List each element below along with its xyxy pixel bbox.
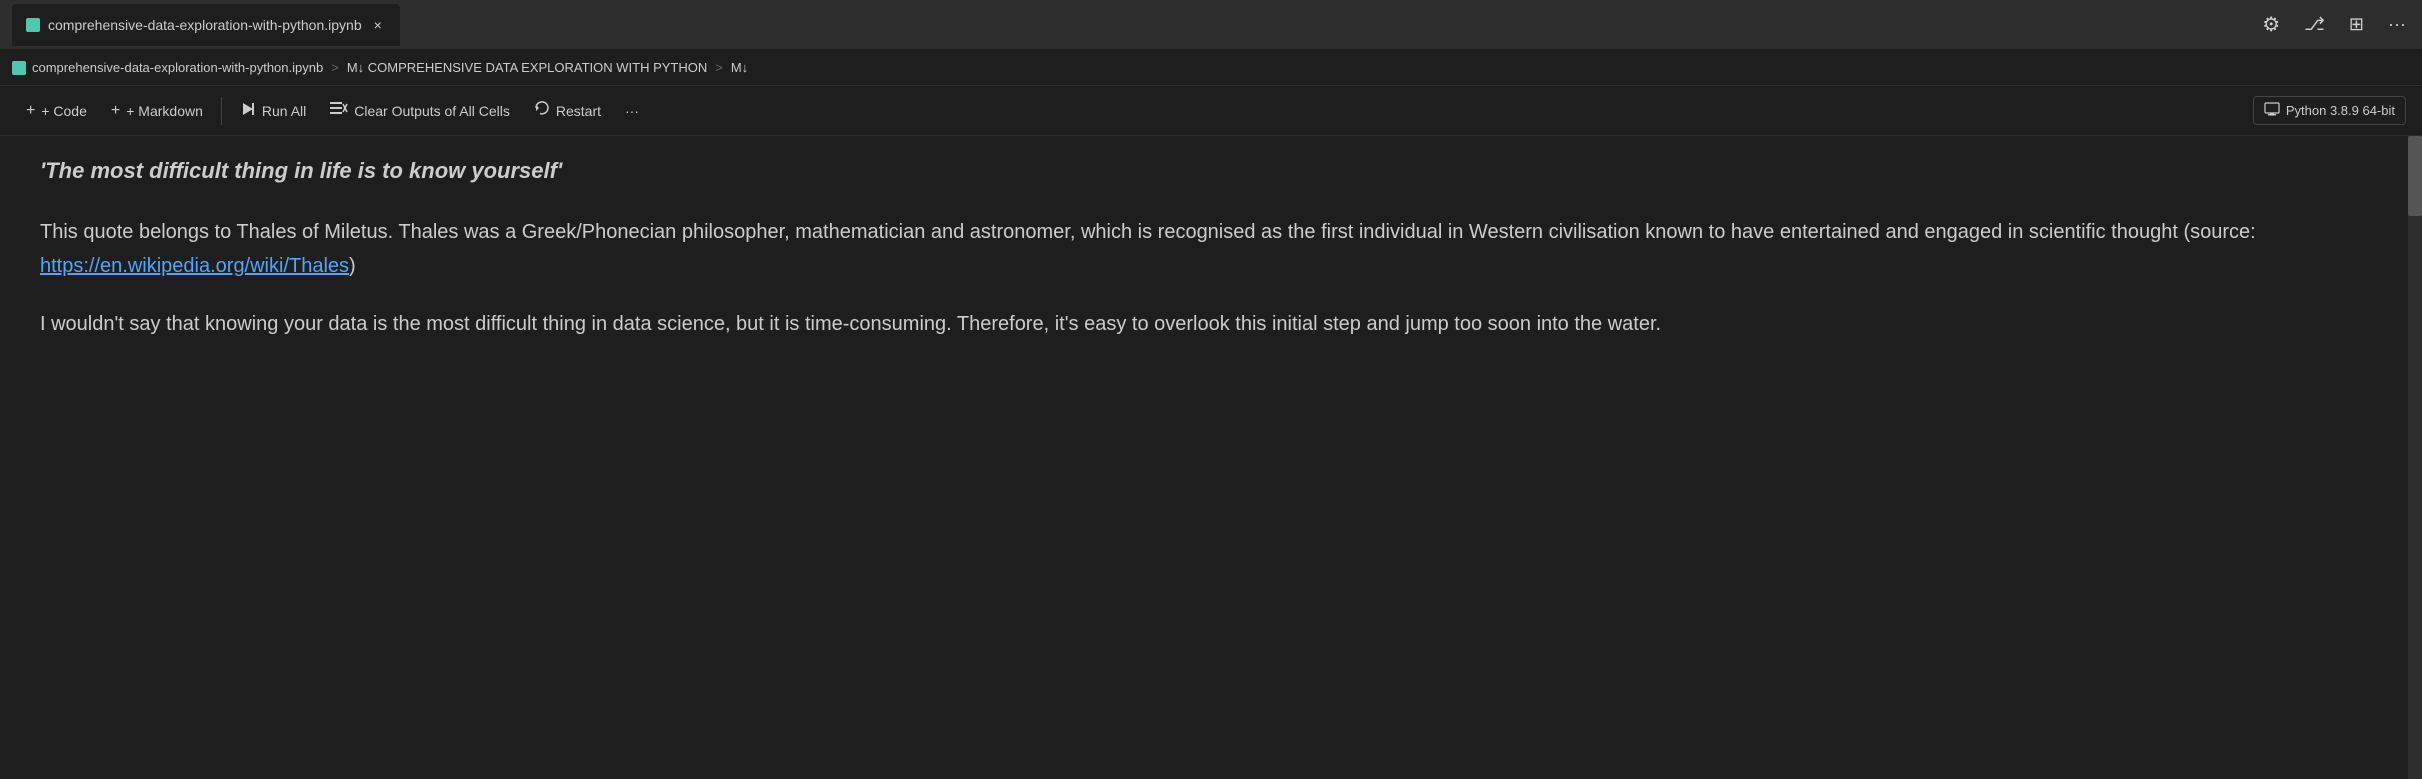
notebook-content: 'The most difficult thing in life is to … — [0, 136, 2422, 779]
active-tab[interactable]: comprehensive-data-exploration-with-pyth… — [12, 4, 400, 46]
add-code-button[interactable]: + + Code — [16, 96, 97, 126]
notebook-tab-icon — [26, 18, 40, 32]
add-markdown-button[interactable]: + + Markdown — [101, 96, 213, 126]
tab-actions: ⚙ ⎇ ⊞ ··· — [2258, 8, 2410, 41]
tab-bar: comprehensive-data-exploration-with-pyth… — [0, 0, 2422, 50]
restart-button[interactable]: Restart — [524, 94, 611, 127]
clear-outputs-icon — [330, 100, 348, 121]
breadcrumb-file-icon — [12, 61, 26, 75]
run-all-label: Run All — [262, 103, 306, 119]
cell-paragraph-2: I wouldn't say that knowing your data is… — [40, 307, 2382, 341]
tab-close-button[interactable]: × — [370, 16, 386, 34]
breadcrumb-subsection[interactable]: M↓ — [731, 60, 748, 75]
clear-outputs-label: Clear Outputs of All Cells — [354, 103, 510, 119]
add-markdown-icon: + — [111, 102, 120, 120]
restart-icon — [534, 100, 550, 121]
breadcrumb-section[interactable]: M↓ COMPREHENSIVE DATA EXPLORATION WITH P… — [347, 60, 707, 75]
restart-label: Restart — [556, 103, 601, 119]
more-toolbar-icon: ··· — [625, 103, 639, 119]
kernel-icon — [2264, 101, 2280, 120]
add-markdown-label: + Markdown — [126, 103, 203, 119]
breadcrumb: comprehensive-data-exploration-with-pyth… — [0, 50, 2422, 86]
toolbar-separator-1 — [221, 97, 222, 125]
add-code-icon: + — [26, 102, 35, 120]
tab-list: comprehensive-data-exploration-with-pyth… — [12, 4, 400, 46]
kernel-label: Python 3.8.9 64-bit — [2286, 103, 2395, 118]
run-all-icon — [240, 101, 256, 120]
toolbar-right: Python 3.8.9 64-bit — [2253, 96, 2406, 125]
wikipedia-link[interactable]: https://en.wikipedia.org/wiki/Thales — [40, 255, 349, 277]
breadcrumb-sep-2: > — [715, 60, 723, 75]
cell-output: 'The most difficult thing in life is to … — [40, 136, 2382, 385]
branch-icon[interactable]: ⎇ — [2300, 10, 2329, 39]
breadcrumb-file[interactable]: comprehensive-data-exploration-with-pyth… — [32, 60, 323, 75]
kernel-selector-button[interactable]: Python 3.8.9 64-bit — [2253, 96, 2406, 125]
paragraph-1-prefix: This quote belongs to Thales of Miletus.… — [40, 221, 2256, 243]
notebook-toolbar: + + Code + + Markdown Run All Clear Outp… — [0, 86, 2422, 136]
scrollbar-thumb[interactable] — [2408, 136, 2422, 216]
tab-title: comprehensive-data-exploration-with-pyth… — [48, 17, 362, 33]
add-code-label: + Code — [41, 103, 87, 119]
scrollbar-track[interactable] — [2408, 136, 2422, 779]
split-editor-icon[interactable]: ⊞ — [2345, 10, 2368, 39]
breadcrumb-sep-1: > — [331, 60, 339, 75]
run-all-button[interactable]: Run All — [230, 95, 316, 126]
cell-quote-text: 'The most difficult thing in life is to … — [40, 156, 2382, 187]
more-actions-icon[interactable]: ··· — [2384, 10, 2410, 39]
paragraph-1-suffix: ) — [349, 255, 356, 277]
clear-outputs-button[interactable]: Clear Outputs of All Cells — [320, 94, 520, 127]
settings-icon[interactable]: ⚙ — [2258, 8, 2284, 41]
more-toolbar-button[interactable]: ··· — [615, 97, 649, 125]
cell-paragraph-1: This quote belongs to Thales of Miletus.… — [40, 215, 2382, 283]
